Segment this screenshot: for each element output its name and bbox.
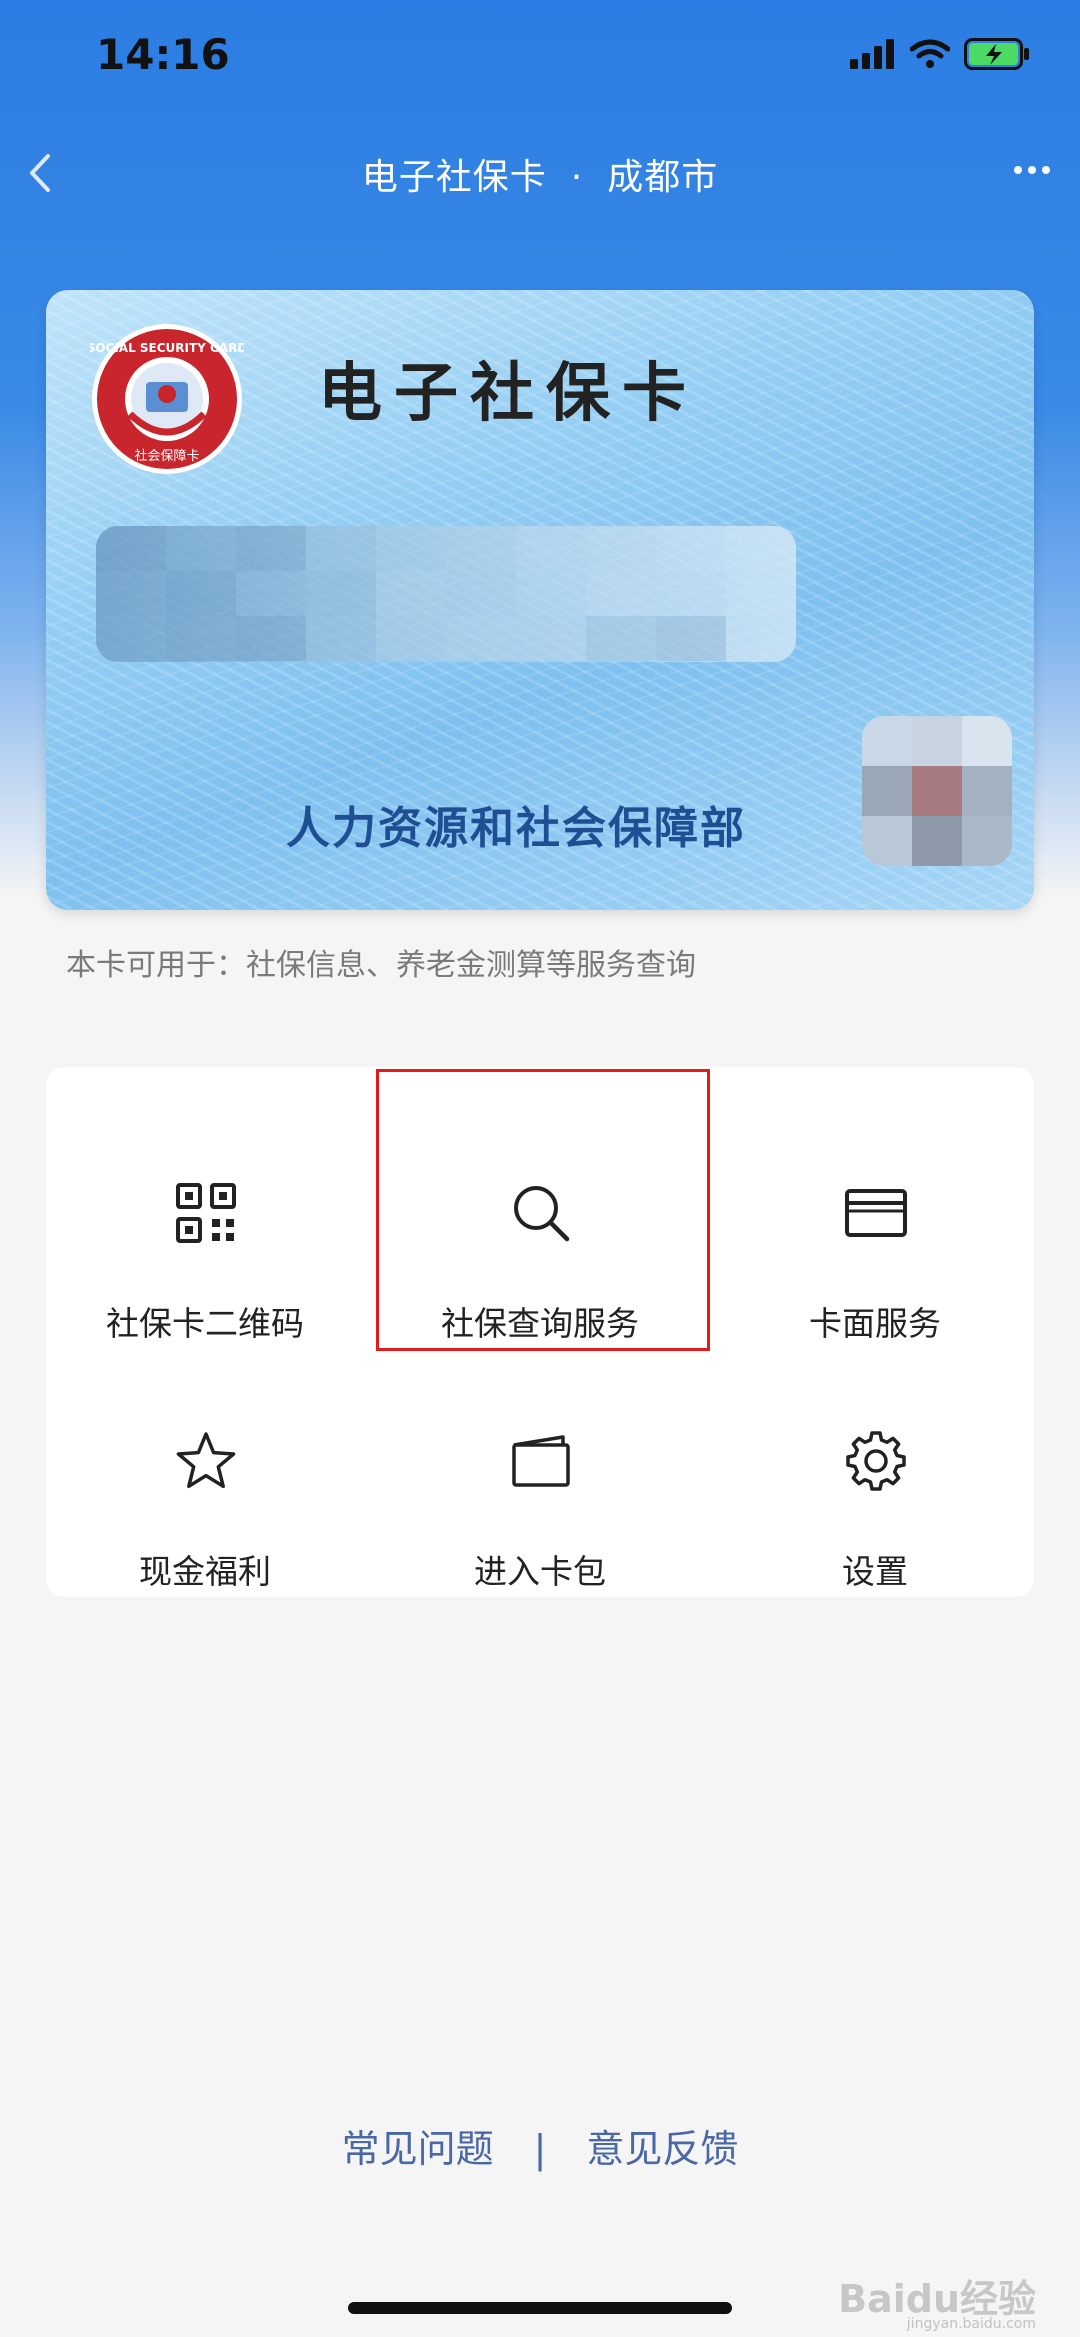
menu-item-label: 卡面服务 — [809, 1304, 941, 1343]
footer-links: 常见问题 | 意见反馈 — [0, 2118, 1080, 2173]
status-icons — [850, 38, 1030, 70]
status-bar: 14:16 — [0, 0, 1080, 118]
baidu-watermark: Baidu经验 — [838, 2277, 1036, 2321]
star-icon — [176, 1432, 236, 1489]
signal-icon — [850, 39, 894, 69]
menu-item-label: 现金福利 — [139, 1552, 271, 1591]
menu-item-label: 进入卡包 — [474, 1552, 606, 1591]
menu-item-settings[interactable]: 设置 — [716, 1385, 1034, 1615]
social-security-card[interactable]: SOCIAL SECURITY CARD 社会保障卡 电子社保卡 人力资源和社会… — [46, 290, 1034, 910]
gear-icon — [846, 1431, 906, 1491]
wifi-icon — [910, 39, 950, 68]
nav-title-text: 电子社保卡 — [361, 157, 547, 198]
nav-bar: 电子社保卡 · 成都市 — [0, 130, 1080, 216]
feedback-link[interactable]: 意见反馈 — [586, 2127, 738, 2171]
battery-icon — [964, 38, 1029, 70]
card-title: 电子社保卡 — [318, 356, 698, 431]
card-icon — [845, 1189, 907, 1237]
baidu-watermark-url: jingyan.baidu.com — [906, 2316, 1036, 2332]
menu-item-enter-wallet[interactable]: 进入卡包 — [381, 1385, 699, 1615]
nav-title: 电子社保卡 · 成都市 — [0, 148, 1080, 200]
social-security-logo-icon: SOCIAL SECURITY CARD 社会保障卡 — [90, 324, 244, 474]
highlight-annotation-box — [376, 1069, 710, 1351]
card-number-masked — [96, 526, 796, 662]
menu-item-card-face[interactable]: 卡面服务 — [716, 1137, 1034, 1367]
wallet-card-icon — [512, 1435, 570, 1487]
card-usage-note: 本卡可用于：社保信息、养老金测算等服务查询 — [66, 948, 696, 983]
menu-item-label: 设置 — [842, 1552, 908, 1591]
card-issuer: 人力资源和社会保障部 — [286, 803, 746, 854]
footer-separator: | — [533, 2127, 547, 2171]
menu-item-qr-code[interactable]: 社保卡二维码 — [46, 1137, 364, 1367]
nav-city[interactable]: 成都市 — [607, 157, 718, 198]
card-photo-masked — [862, 716, 1012, 866]
qr-code-icon — [176, 1183, 236, 1243]
status-time: 14:16 — [96, 30, 230, 79]
faq-link[interactable]: 常见问题 — [342, 2127, 494, 2171]
menu-item-cash-benefit[interactable]: 现金福利 — [46, 1385, 364, 1615]
logo-text: SOCIAL SECURITY CARD — [90, 341, 244, 355]
logo-cn-text: 社会保障卡 — [134, 448, 199, 464]
nav-title-separator: · — [570, 157, 584, 198]
home-indicator[interactable] — [348, 2302, 732, 2314]
more-icon[interactable] — [1012, 160, 1052, 180]
menu-item-label: 社保卡二维码 — [106, 1304, 304, 1343]
